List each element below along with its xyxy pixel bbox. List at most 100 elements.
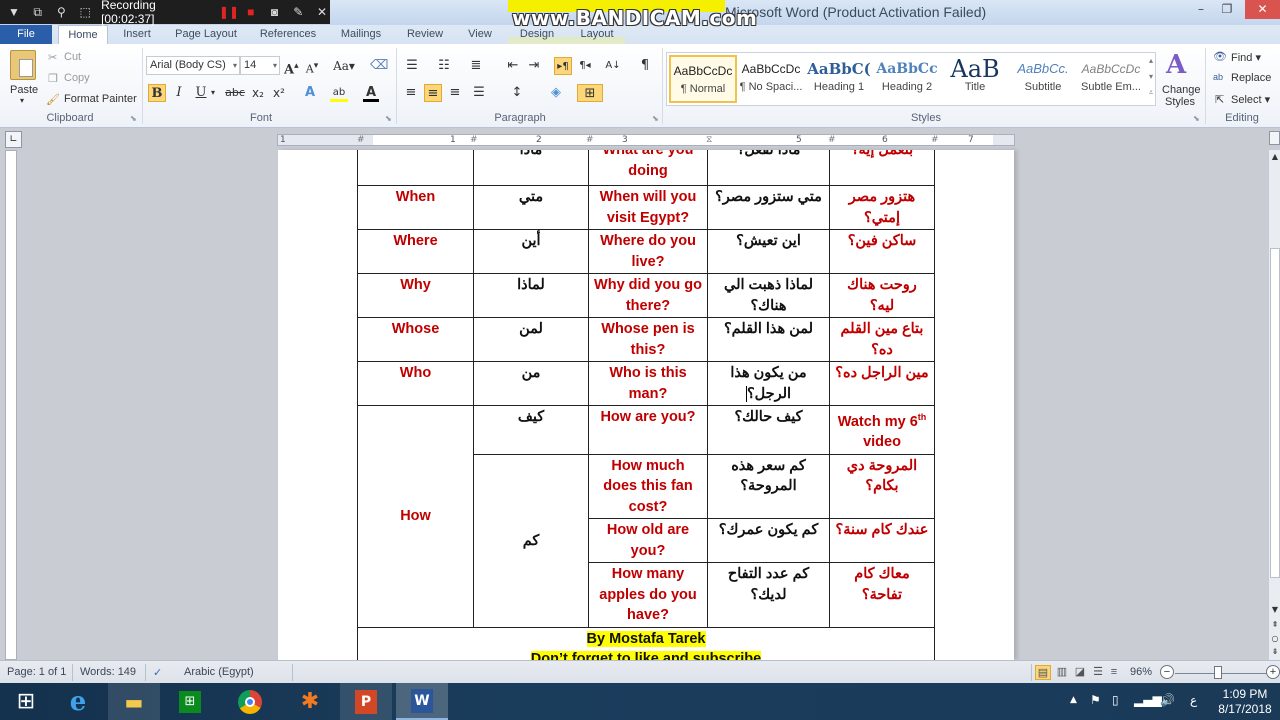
translation-cell[interactable]: متي ستزور مصر؟ — [707, 185, 830, 230]
outline-view-button[interactable]: ☰ — [1090, 665, 1106, 680]
zoom-in-button[interactable]: + — [1266, 665, 1280, 679]
taskbar-app-internet-explorer[interactable]: e — [52, 683, 104, 720]
view-ruler-icon[interactable] — [1269, 131, 1280, 145]
bold-button[interactable]: B — [148, 84, 166, 102]
window-icon[interactable]: ⧉ — [30, 5, 46, 20]
question-word-cell[interactable]: Who — [357, 361, 474, 406]
tab-selector-icon[interactable]: ∟ — [5, 131, 22, 148]
multilevel-list-icon[interactable]: ≣ — [466, 57, 486, 75]
decrease-indent-icon[interactable]: ⇤ — [505, 57, 521, 75]
style-heading-2[interactable]: AaBbCc Heading 2 — [873, 55, 941, 103]
taskbar-app-store[interactable]: ⊞ — [164, 683, 216, 720]
tab-mailings[interactable]: Mailings — [332, 25, 390, 44]
clock[interactable]: 1:09 PM 8/17/2018 — [1213, 687, 1277, 717]
zoom-slider-thumb[interactable] — [1214, 666, 1222, 679]
grow-font-icon[interactable]: A▴ — [284, 57, 299, 77]
highlight-color-icon[interactable]: ab — [330, 84, 348, 102]
find-button[interactable]: Find ▾ — [1231, 51, 1261, 64]
signal-icon[interactable]: ▂▄▆ — [1134, 693, 1162, 707]
question-word-cell[interactable]: Whose — [357, 317, 474, 362]
translation-cell[interactable]: من يكون هذا الرجل؟ — [707, 361, 830, 406]
example-cell[interactable]: How much does this fan cost? — [588, 453, 708, 520]
tab-page-layout[interactable]: Page Layout — [168, 25, 244, 44]
example-cell[interactable]: Who is this man? — [588, 361, 708, 406]
column-marker[interactable]: # — [470, 135, 478, 145]
vertical-scrollbar[interactable]: ▲ ▼ ⇞ ○ ⇟ — [1268, 150, 1280, 660]
arabic-word-cell[interactable]: من — [473, 361, 589, 406]
camera-icon[interactable]: ◙ — [267, 5, 283, 19]
tab-review[interactable]: Review — [400, 25, 450, 44]
table-cell[interactable]: ماذا تفعل؟ — [707, 150, 830, 186]
tab-home[interactable]: Home — [58, 25, 108, 44]
styles-dialog-launcher[interactable]: ⬊ — [1193, 114, 1200, 123]
proofing-icon[interactable]: ✓ — [153, 666, 162, 679]
colloquial-cell[interactable]: مين الراجل ده؟ — [829, 361, 935, 406]
bullets-icon[interactable]: ☰ — [402, 57, 422, 75]
gallery-scroll-down-icon[interactable]: ▾ — [1146, 72, 1156, 81]
gallery-scroll-up-icon[interactable]: ▴ — [1146, 56, 1156, 65]
tab-references[interactable]: References — [252, 25, 324, 44]
change-case-icon[interactable]: Aa▾ — [333, 57, 355, 75]
horizontal-ruler[interactable]: 1 1 2 3 5 6 7 # # # ⧖ # # — [277, 134, 1015, 146]
borders-icon[interactable]: ⊞ — [577, 84, 603, 102]
search-icon[interactable]: ⚲ — [54, 5, 70, 19]
paste-button[interactable]: Paste — [10, 84, 38, 96]
column-marker[interactable]: # — [931, 135, 939, 145]
align-center-icon[interactable]: ≡ — [424, 84, 442, 102]
scroll-down-icon[interactable]: ▼ — [1269, 605, 1280, 614]
scroll-up-icon[interactable]: ▲ — [1269, 152, 1280, 161]
change-styles-icon[interactable]: A — [1166, 50, 1186, 80]
select-button[interactable]: Select ▾ — [1231, 93, 1270, 106]
show-marks-icon[interactable]: ¶ — [637, 57, 653, 75]
minimize-button[interactable]: – — [1188, 0, 1214, 19]
format-painter-button[interactable]: Format Painter — [64, 93, 137, 105]
font-size-combo[interactable]: 14 ▾ — [240, 56, 280, 75]
translation-cell[interactable]: لمن هذا القلم؟ — [707, 317, 830, 362]
table-cell[interactable]: What are you doing — [588, 150, 708, 186]
colloquial-cell[interactable]: روحت هناك ليه؟ — [829, 273, 935, 318]
scrollbar-thumb[interactable] — [1270, 248, 1280, 578]
translation-cell[interactable]: كم سعر هذه المروحة؟ — [707, 453, 830, 520]
stop-icon[interactable]: ■ — [243, 5, 259, 19]
web-layout-view-button[interactable]: ◪ — [1072, 665, 1088, 680]
numbering-icon[interactable]: ☷ — [434, 57, 454, 75]
table-cell[interactable] — [357, 150, 474, 186]
increase-indent-icon[interactable]: ⇥ — [526, 57, 542, 75]
pencil-icon[interactable]: ✎ — [290, 5, 306, 19]
sort-icon[interactable]: A↓ — [605, 57, 621, 75]
font-color-icon[interactable]: A — [363, 84, 379, 102]
close-button[interactable]: ✕ — [1245, 0, 1280, 19]
italic-button[interactable]: I — [172, 84, 186, 102]
question-word-cell[interactable]: Why — [357, 273, 474, 318]
taskbar-app-powerpoint[interactable]: P — [340, 683, 392, 720]
superscript-button[interactable]: x² — [271, 84, 287, 102]
print-layout-view-button[interactable]: ▤ — [1035, 665, 1051, 680]
taskbar-app-chrome[interactable] — [224, 683, 276, 720]
change-styles-button[interactable]: Change Styles — [1162, 84, 1201, 108]
document-page[interactable]: ماذا What are you doing ماذا تفعل؟ بتعمل… — [278, 150, 1014, 660]
underline-button[interactable]: U — [194, 84, 208, 102]
ltr-direction-icon[interactable]: ¶◂ — [577, 57, 593, 75]
start-button[interactable]: ⊞ — [0, 683, 52, 720]
column-marker[interactable]: # — [828, 135, 836, 145]
browse-object-icon[interactable]: ○ — [1269, 634, 1280, 643]
replace-button[interactable]: Replace — [1231, 72, 1271, 84]
input-language-indicator[interactable]: ع — [1190, 693, 1197, 707]
example-cell[interactable]: When will you visit Egypt? — [588, 185, 708, 230]
translation-cell[interactable]: لماذا ذهبت الي هناك؟ — [707, 273, 830, 318]
paragraph-dialog-launcher[interactable]: ⬊ — [652, 114, 659, 123]
language-indicator[interactable]: Arabic (Egypt) — [184, 666, 254, 678]
action-center-flag-icon[interactable]: ⚑ — [1090, 693, 1101, 707]
font-name-combo[interactable]: Arial (Body CS) ▾ — [146, 56, 240, 75]
arabic-word-cell[interactable]: كم — [473, 453, 589, 628]
style-subtitle[interactable]: AaBbCc. Subtitle — [1009, 55, 1077, 103]
indent-marker[interactable]: ⧖ — [706, 135, 712, 145]
style-normal[interactable]: AaBbCcDc ¶ Normal — [669, 55, 737, 103]
show-hidden-icons[interactable]: ▲ — [1070, 695, 1077, 705]
gallery-more-icon[interactable]: ⩡ — [1146, 88, 1156, 98]
tab-view[interactable]: View — [458, 25, 502, 44]
colloquial-cell[interactable]: هتزور مصر إمتي؟ — [829, 185, 935, 230]
question-word-cell[interactable]: Where — [357, 229, 474, 274]
example-cell[interactable]: Where do you live? — [588, 229, 708, 274]
close-icon[interactable]: ✕ — [314, 5, 330, 19]
